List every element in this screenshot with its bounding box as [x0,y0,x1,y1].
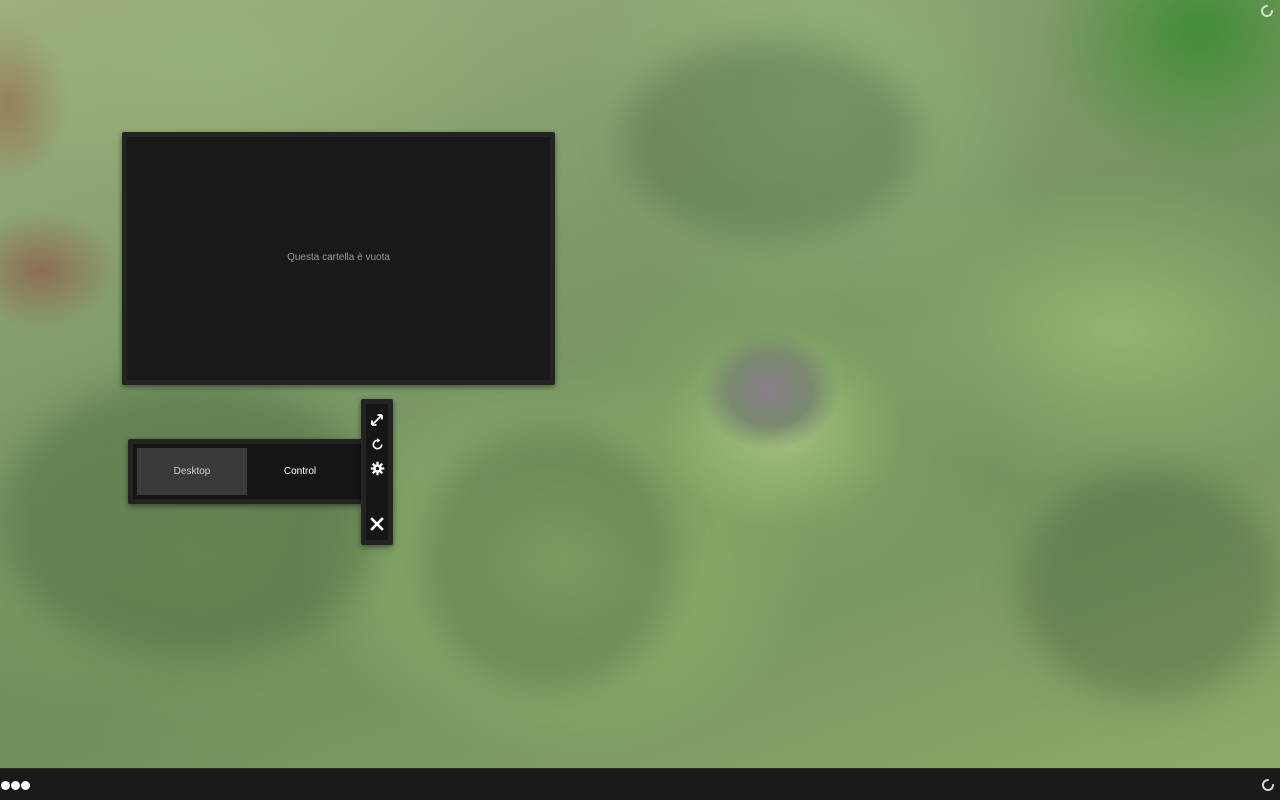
empty-folder-message: Questa cartella è vuota [287,252,390,263]
top-right-spinner-icon[interactable] [1260,4,1274,18]
folder-view-widget[interactable]: Questa cartella è vuota [122,132,555,385]
gear-icon[interactable] [366,457,388,479]
close-icon[interactable] [366,513,388,535]
activity-desktop-button[interactable]: Desktop [137,448,247,495]
folder-view-content[interactable]: Questa cartella è vuota [127,137,550,380]
rotate-icon[interactable] [366,433,388,455]
three-dots-menu-icon[interactable] [1,781,30,790]
desktop-wallpaper: Questa cartella è vuota Desktop Control [0,0,1280,768]
activity-switcher: Desktop Control [128,439,362,504]
taskbar [0,768,1280,800]
busy-spinner-icon[interactable] [1261,778,1275,792]
activity-control-button[interactable]: Control [247,448,353,495]
widget-toolbar [361,399,393,545]
resize-icon[interactable] [366,409,388,431]
